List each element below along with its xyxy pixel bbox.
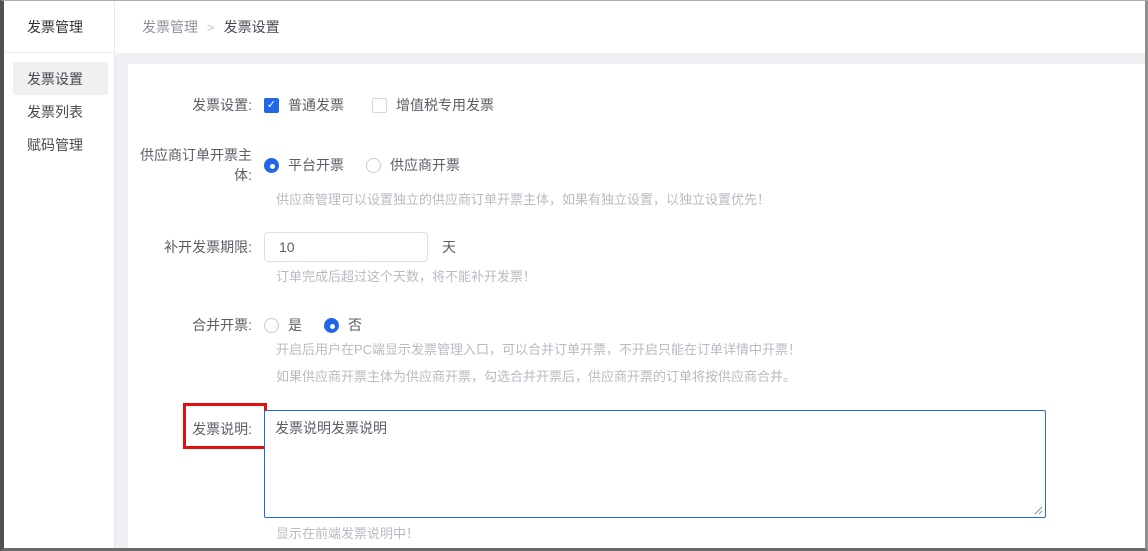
sidebar-title: 发票管理 xyxy=(4,1,114,53)
chevron-right-icon: > xyxy=(207,20,215,35)
page-background: 发票设置: ✓ 普通发票 增值税专用发票 供应商订单开票主体: 平 xyxy=(115,53,1145,548)
checkbox-label: 增值税专用发票 xyxy=(396,95,494,115)
radio-label: 否 xyxy=(348,315,362,335)
sidebar-menu: 发票设置 发票列表 赋码管理 xyxy=(4,53,114,161)
radio-option-no[interactable]: 否 xyxy=(324,315,362,335)
reissue-period-input[interactable] xyxy=(264,232,428,262)
sidebar-item-label: 赋码管理 xyxy=(27,135,83,155)
merge-invoice-row: 合并开票: 是 否 xyxy=(128,315,1145,335)
merge-invoice-help-2: 如果供应商开票主体为供应商开票，勾选合并开票后，供应商开票的订单将按供应商合并。 xyxy=(264,368,1145,386)
radio-option-platform-invoicing[interactable]: 平台开票 xyxy=(264,155,344,175)
radio-selected-icon[interactable] xyxy=(264,158,279,173)
invoice-note-row: 发票说明: 发票说明发票说明 xyxy=(128,410,1145,518)
reissue-period-unit: 天 xyxy=(442,237,456,257)
radio-selected-icon[interactable] xyxy=(324,318,339,333)
checkbox-option-normal-invoice[interactable]: ✓ 普通发票 xyxy=(264,95,344,115)
supplier-subject-label: 供应商订单开票主体: xyxy=(128,145,264,185)
reissue-period-label: 补开发票期限: xyxy=(128,237,264,257)
reissue-period-help: 订单完成后超过这个天数，将不能补开发票！ xyxy=(264,268,1145,286)
radio-label: 是 xyxy=(288,315,302,335)
sidebar-item-label: 发票列表 xyxy=(27,102,83,122)
breadcrumb-item-invoice-management[interactable]: 发票管理 xyxy=(142,17,198,37)
checkbox-option-vat-invoice[interactable]: 增值税专用发票 xyxy=(372,95,494,115)
invoice-type-row: 发票设置: ✓ 普通发票 增值税专用发票 xyxy=(128,95,1145,115)
invoice-type-label: 发票设置: xyxy=(128,95,264,115)
radio-unselected-icon[interactable] xyxy=(264,318,279,333)
invoice-note-label-cell: 发票说明: xyxy=(128,410,264,439)
reissue-period-row: 补开发票期限: 天 xyxy=(128,232,1145,262)
breadcrumb: 发票管理 > 发票设置 xyxy=(115,1,1145,53)
radio-unselected-icon[interactable] xyxy=(366,158,381,173)
radio-option-supplier-invoicing[interactable]: 供应商开票 xyxy=(366,155,460,175)
invoice-note-field-wrap: 发票说明发票说明 xyxy=(264,410,1046,518)
radio-option-yes[interactable]: 是 xyxy=(264,315,302,335)
app-window: 发票管理 发票设置 发票列表 赋码管理 发票管理 > 发票设置 发票设置: xyxy=(0,0,1148,551)
supplier-subject-help: 供应商管理可以设置独立的供应商订单开票主体，如果有独立设置，以独立设置优先！ xyxy=(264,191,1145,209)
sidebar: 发票管理 发票设置 发票列表 赋码管理 xyxy=(4,1,115,548)
sidebar-item-label: 发票设置 xyxy=(27,69,83,89)
merge-invoice-label: 合并开票: xyxy=(128,315,264,335)
invoice-note-textarea[interactable]: 发票说明发票说明 xyxy=(264,410,1046,518)
checkbox-unchecked-icon[interactable] xyxy=(372,98,387,113)
breadcrumb-item-invoice-settings: 发票设置 xyxy=(224,17,280,37)
invoice-note-label: 发票说明: xyxy=(192,421,252,437)
sidebar-item-invoice-list[interactable]: 发票列表 xyxy=(13,95,108,128)
checkbox-checked-icon[interactable]: ✓ xyxy=(264,98,279,113)
checkbox-label: 普通发票 xyxy=(288,95,344,115)
radio-label: 供应商开票 xyxy=(390,155,460,175)
settings-card: 发票设置: ✓ 普通发票 增值税专用发票 供应商订单开票主体: 平 xyxy=(128,64,1145,548)
sidebar-item-invoice-settings[interactable]: 发票设置 xyxy=(13,62,108,95)
merge-invoice-help-1: 开启后用户在PC端显示发票管理入口，可以合并订单开票，不开启只能在订单详情中开票… xyxy=(264,341,1145,359)
radio-label: 平台开票 xyxy=(288,155,344,175)
invoice-note-help: 显示在前端发票说明中！ xyxy=(264,525,1145,543)
supplier-subject-row: 供应商订单开票主体: 平台开票 供应商开票 xyxy=(128,145,1145,185)
sidebar-item-code-management[interactable]: 赋码管理 xyxy=(13,128,108,161)
main-area: 发票管理 > 发票设置 发票设置: ✓ 普通发票 增值税专用发票 xyxy=(115,1,1145,548)
